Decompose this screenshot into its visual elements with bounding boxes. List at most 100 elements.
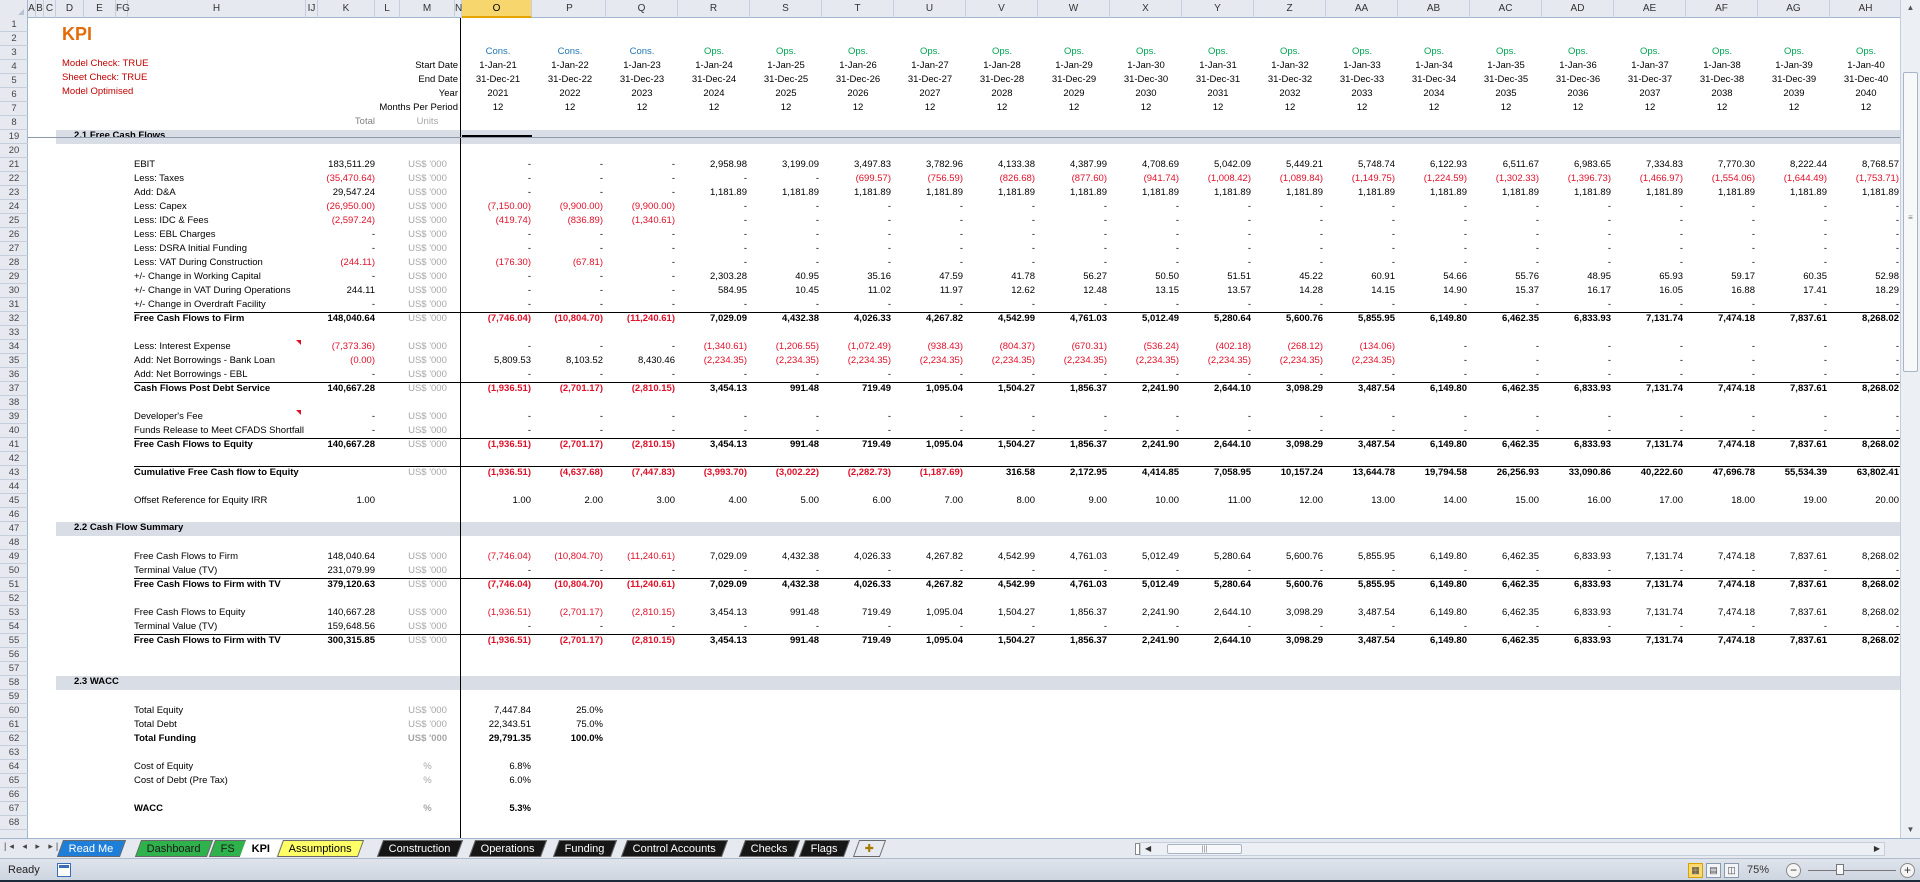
- value-cell[interactable]: -: [894, 424, 963, 438]
- value-cell[interactable]: -: [966, 256, 1035, 270]
- value-cell[interactable]: -: [1398, 340, 1467, 354]
- value-cell[interactable]: -: [822, 214, 891, 228]
- value-cell[interactable]: 13.00: [1326, 494, 1395, 508]
- column-header-b[interactable]: B: [36, 0, 44, 18]
- wacc-value[interactable]: 29,791.35: [462, 732, 531, 746]
- value-cell[interactable]: -: [1470, 410, 1539, 424]
- value-cell[interactable]: 6,462.35: [1470, 312, 1539, 326]
- value-cell[interactable]: -: [1398, 242, 1467, 256]
- value-cell[interactable]: (2,234.35): [1254, 354, 1323, 368]
- value-cell[interactable]: -: [606, 424, 675, 438]
- value-cell[interactable]: 8,268.02: [1830, 606, 1899, 620]
- value-cell[interactable]: 4,267.82: [894, 578, 963, 592]
- value-cell[interactable]: -: [1038, 214, 1107, 228]
- value-cell[interactable]: -: [1830, 564, 1899, 578]
- value-cell[interactable]: (826.68): [966, 172, 1035, 186]
- value-cell[interactable]: 991.48: [750, 382, 819, 396]
- row-total[interactable]: 148,040.64: [318, 312, 375, 326]
- value-cell[interactable]: 1,181.89: [1470, 186, 1539, 200]
- value-cell[interactable]: 5,855.95: [1326, 550, 1395, 564]
- row-total[interactable]: 140,667.28: [318, 382, 375, 396]
- value-cell[interactable]: -: [462, 284, 531, 298]
- row-header-3[interactable]: 3: [0, 46, 28, 60]
- row-header-2[interactable]: 2: [0, 32, 28, 46]
- value-cell[interactable]: -: [822, 256, 891, 270]
- value-cell[interactable]: 7,770.30: [1686, 158, 1755, 172]
- macro-record-icon[interactable]: [57, 863, 71, 877]
- value-cell[interactable]: (2,234.35): [966, 354, 1035, 368]
- row-header-7[interactable]: 7: [0, 102, 28, 116]
- value-cell[interactable]: -: [1830, 298, 1899, 312]
- row-header-37[interactable]: 37: [0, 382, 28, 396]
- value-cell[interactable]: (1,089.84): [1254, 172, 1323, 186]
- value-cell[interactable]: -: [606, 228, 675, 242]
- value-cell[interactable]: 6,833.93: [1542, 578, 1611, 592]
- column-header-d[interactable]: D: [56, 0, 84, 18]
- value-cell[interactable]: -: [1614, 214, 1683, 228]
- worksheet-grid[interactable]: KPI Model Check: TRUE Sheet Check: TRUE …: [28, 18, 1900, 838]
- value-cell[interactable]: -: [534, 172, 603, 186]
- value-cell[interactable]: 1,095.04: [894, 438, 963, 452]
- value-cell[interactable]: (176.30): [462, 256, 531, 270]
- value-cell[interactable]: -: [966, 620, 1035, 634]
- value-cell[interactable]: 19,794.58: [1398, 466, 1467, 480]
- value-cell[interactable]: -: [966, 228, 1035, 242]
- value-cell[interactable]: 1,181.89: [822, 186, 891, 200]
- value-cell[interactable]: 7,837.61: [1758, 578, 1827, 592]
- value-cell[interactable]: -: [1254, 256, 1323, 270]
- value-cell[interactable]: -: [1182, 256, 1251, 270]
- value-cell[interactable]: -: [1182, 298, 1251, 312]
- value-cell[interactable]: -: [534, 424, 603, 438]
- value-cell[interactable]: 48.95: [1542, 270, 1611, 284]
- column-header-ah[interactable]: AH: [1830, 0, 1902, 18]
- value-cell[interactable]: 4,026.33: [822, 550, 891, 564]
- value-cell[interactable]: -: [1830, 354, 1899, 368]
- value-cell[interactable]: 991.48: [750, 606, 819, 620]
- scroll-left-icon[interactable]: ◀: [1145, 844, 1151, 853]
- value-cell[interactable]: 1,181.89: [1326, 186, 1395, 200]
- value-cell[interactable]: -: [1758, 228, 1827, 242]
- row-total[interactable]: -: [318, 410, 375, 424]
- value-cell[interactable]: 6,511.67: [1470, 158, 1539, 172]
- value-cell[interactable]: (2,234.35): [894, 354, 963, 368]
- row-header-57[interactable]: 57: [0, 662, 28, 676]
- value-cell[interactable]: 1,856.37: [1038, 606, 1107, 620]
- value-cell[interactable]: (670.31): [1038, 340, 1107, 354]
- value-cell[interactable]: -: [606, 564, 675, 578]
- row-total[interactable]: -: [318, 242, 375, 256]
- value-cell[interactable]: -: [1470, 564, 1539, 578]
- value-cell[interactable]: (7,447.83): [606, 466, 675, 480]
- value-cell[interactable]: -: [1038, 410, 1107, 424]
- row-header-58[interactable]: 58: [0, 676, 28, 690]
- value-cell[interactable]: 6.00: [822, 494, 892, 508]
- value-cell[interactable]: 3,098.29: [1254, 382, 1323, 396]
- value-cell[interactable]: -: [1686, 424, 1755, 438]
- value-cell[interactable]: (3,993.70): [678, 466, 747, 480]
- value-cell[interactable]: 3,454.13: [678, 438, 747, 452]
- comment-indicator-icon[interactable]: [296, 340, 301, 345]
- value-cell[interactable]: -: [822, 410, 891, 424]
- value-cell[interactable]: 56.27: [1038, 270, 1107, 284]
- value-cell[interactable]: 4,267.82: [894, 312, 963, 326]
- value-cell[interactable]: 6,833.93: [1542, 606, 1611, 620]
- value-cell[interactable]: -: [894, 298, 963, 312]
- value-cell[interactable]: -: [750, 200, 819, 214]
- value-cell[interactable]: 18.00: [1686, 494, 1755, 508]
- column-header-h[interactable]: H: [128, 0, 306, 18]
- value-cell[interactable]: 719.49: [822, 438, 891, 452]
- value-cell[interactable]: -: [894, 410, 963, 424]
- value-cell[interactable]: (4,637.68): [534, 466, 603, 480]
- value-cell[interactable]: 1,181.89: [1686, 186, 1755, 200]
- value-cell[interactable]: -: [750, 424, 819, 438]
- value-cell[interactable]: -: [1686, 242, 1755, 256]
- value-cell[interactable]: 4,267.82: [894, 550, 963, 564]
- value-cell[interactable]: -: [1830, 424, 1899, 438]
- value-cell[interactable]: -: [606, 172, 675, 186]
- row-header-46[interactable]: 46: [0, 508, 28, 522]
- column-header-fg[interactable]: FG: [116, 0, 130, 18]
- value-cell[interactable]: 7,474.18: [1686, 578, 1755, 592]
- value-cell[interactable]: -: [462, 410, 531, 424]
- row-header-51[interactable]: 51: [0, 578, 28, 592]
- value-cell[interactable]: 7,131.74: [1614, 578, 1683, 592]
- value-cell[interactable]: 40.95: [750, 270, 819, 284]
